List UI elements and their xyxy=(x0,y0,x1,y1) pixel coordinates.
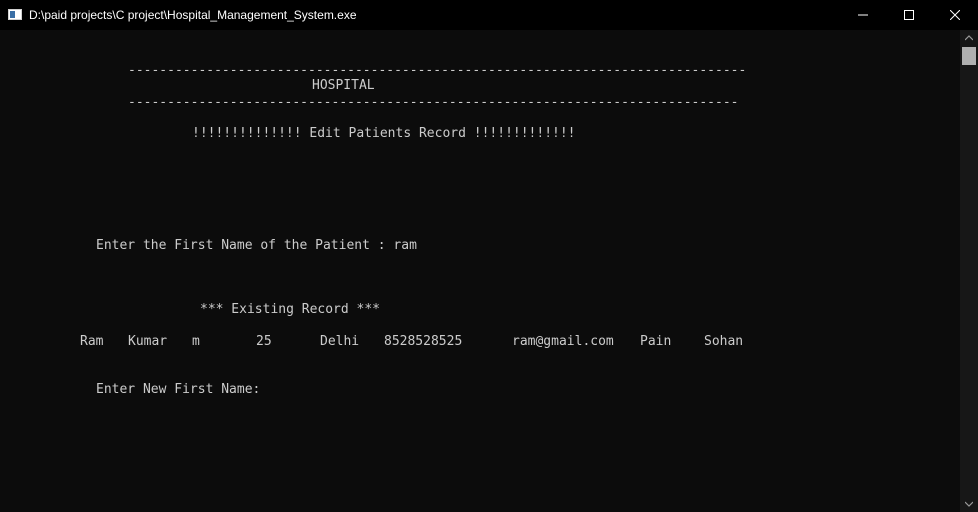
record-email: ram@gmail.com xyxy=(512,334,614,349)
record-city: Delhi xyxy=(320,334,360,349)
scroll-up-button[interactable] xyxy=(960,30,978,46)
record-doctor: Sohan xyxy=(704,334,744,349)
console-output[interactable]: ----------------------------------------… xyxy=(0,30,960,512)
record-gender: m xyxy=(192,334,200,349)
new-first-name-prompt: Enter New First Name: xyxy=(96,382,261,397)
window-title-bar[interactable]: D:\paid projects\C project\Hospital_Mana… xyxy=(0,0,978,30)
existing-record-label: *** Existing Record *** xyxy=(200,302,381,317)
close-icon xyxy=(950,10,960,20)
divider-top: ----------------------------------------… xyxy=(128,63,747,78)
divider-bottom: ----------------------------------------… xyxy=(128,95,739,110)
record-problem: Pain xyxy=(640,334,672,349)
console-window-icon[interactable] xyxy=(8,9,22,20)
record-phone: 8528528525 xyxy=(384,334,463,349)
window-title: D:\paid projects\C project\Hospital_Mana… xyxy=(29,8,357,22)
record-age: 25 xyxy=(256,334,272,349)
record-first-name: Ram xyxy=(80,334,104,349)
first-name-prompt: Enter the First Name of the Patient : ra… xyxy=(96,238,417,253)
maximize-icon xyxy=(904,10,914,20)
maximize-button[interactable] xyxy=(886,0,932,30)
vertical-scrollbar[interactable] xyxy=(960,30,978,512)
minimize-button[interactable] xyxy=(840,0,886,30)
record-last-name: Kumar xyxy=(128,334,168,349)
chevron-down-icon xyxy=(965,501,973,507)
heading: HOSPITAL xyxy=(312,78,375,93)
minimize-icon xyxy=(858,14,868,16)
subheading: !!!!!!!!!!!!!! Edit Patients Record !!!!… xyxy=(192,126,576,141)
chevron-up-icon xyxy=(965,35,973,41)
close-button[interactable] xyxy=(932,0,978,30)
scroll-thumb[interactable] xyxy=(962,47,976,65)
scroll-down-button[interactable] xyxy=(960,496,978,512)
